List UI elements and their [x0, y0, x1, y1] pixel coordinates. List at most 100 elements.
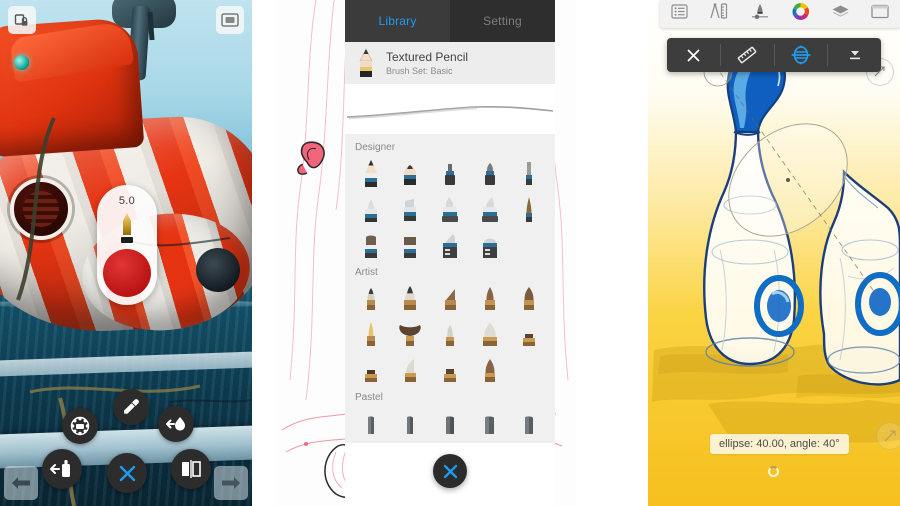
current-brush-set: Brush Set: Basic — [386, 65, 453, 76]
brush-size-widget[interactable]: 5.0 — [97, 185, 157, 305]
brush-fan[interactable] — [395, 318, 425, 348]
brush-settings-button[interactable] — [750, 3, 770, 25]
ellipse-guide-icon — [791, 45, 811, 65]
current-brush-row[interactable]: Textured Pencil Brush Set: Basic — [345, 42, 555, 84]
eraser-icon — [70, 416, 90, 436]
guide-toolbar — [667, 38, 881, 72]
brush-liner-thin[interactable] — [514, 157, 544, 187]
brush-flat[interactable] — [356, 229, 386, 259]
guide-ellipse-button[interactable] — [775, 38, 828, 72]
panel-ellipse-guide: ellipse: 40.00, angle: 40° — [648, 0, 900, 506]
brush-rigger[interactable] — [356, 318, 386, 348]
brush-pointed-sable[interactable] — [395, 282, 425, 312]
preview-stroke-svg — [346, 106, 554, 120]
color-swatch[interactable] — [103, 249, 151, 297]
canvas-button[interactable] — [216, 6, 244, 34]
brush-small-round[interactable] — [435, 318, 465, 348]
ellipse-tooltip: ellipse: 40.00, angle: 40° — [710, 434, 849, 454]
artwork-bottles — [652, 48, 900, 444]
pencil-icon — [359, 48, 373, 77]
brush-fine-liner[interactable] — [514, 193, 544, 223]
brush-pastel-3[interactable] — [435, 407, 465, 437]
brush-settings-icon — [751, 4, 768, 19]
brush-square[interactable] — [395, 229, 425, 259]
brush-stroke-preview — [345, 84, 555, 134]
brush-round-sable[interactable] — [356, 282, 386, 312]
redo-arrow-icon — [222, 477, 240, 489]
brush-pencil-blunt[interactable] — [395, 157, 425, 187]
top-toolbar — [660, 0, 900, 28]
brush-cone[interactable] — [475, 354, 505, 384]
brush-tabs: Library Setting — [345, 0, 555, 42]
brush-round-wood[interactable] — [475, 282, 505, 312]
layer-lock-button[interactable] — [8, 6, 36, 34]
undo-button[interactable] — [4, 466, 38, 500]
panel-gap — [252, 0, 276, 506]
brush-chisel-marker[interactable] — [435, 193, 465, 223]
layer-lock-icon — [14, 14, 28, 26]
guide-close-button[interactable] — [667, 38, 720, 72]
menu-button[interactable] — [670, 4, 688, 24]
brush-groups[interactable]: Designer Artist Pastel — [345, 134, 555, 443]
brush-pastel-5[interactable] — [514, 407, 544, 437]
brush-mop[interactable] — [475, 318, 505, 348]
color-button[interactable] — [791, 2, 810, 26]
redo-button[interactable] — [214, 466, 248, 500]
eyedropper-icon — [124, 399, 139, 414]
brush-stubby-flat[interactable] — [514, 318, 544, 348]
brush-angled-marker[interactable] — [475, 193, 505, 223]
close-x-icon — [687, 49, 700, 61]
chevron-down-icon — [849, 51, 860, 60]
brush-marker-round[interactable] — [475, 157, 505, 187]
brush-panel-close-button[interactable] — [433, 454, 467, 488]
radial-close-button[interactable] — [107, 453, 147, 493]
brush-filbert[interactable] — [514, 282, 544, 312]
layers-icon — [832, 5, 849, 17]
brush-library-sheet: Library Setting Textured Pencil Brush Se… — [345, 0, 555, 506]
brush-pastel-4[interactable] — [475, 407, 505, 437]
brush-dome[interactable] — [475, 229, 505, 259]
panel-gap — [576, 0, 648, 506]
tab-setting[interactable]: Setting — [450, 0, 555, 42]
symmetry-mirror-icon — [182, 460, 201, 478]
layers-button[interactable] — [831, 4, 850, 24]
guide-more-button[interactable] — [828, 38, 881, 72]
group-title-artist: Artist — [355, 267, 378, 278]
brush-sword-liner[interactable] — [395, 354, 425, 384]
group-title-pastel: Pastel — [355, 392, 383, 403]
tools-button[interactable] — [709, 3, 729, 25]
ruler-icon — [737, 46, 757, 64]
brush-size-value: 5.0 — [118, 195, 136, 207]
ellipse-rotate-dot[interactable] — [768, 466, 779, 477]
canvas-button[interactable] — [871, 4, 890, 24]
current-brush-name: Textured Pencil — [386, 49, 469, 64]
compass-ruler-icon — [710, 3, 727, 19]
guide-ruler-button[interactable] — [721, 38, 774, 72]
brush-short-flat[interactable] — [356, 354, 386, 384]
brush-wedge-marker[interactable] — [395, 193, 425, 223]
panel-canvas-radial-menu: 5.0 — [0, 0, 252, 506]
brush-pastel-2[interactable] — [395, 407, 425, 437]
tab-library[interactable]: Library — [345, 0, 450, 42]
radial-eyedropper-button[interactable] — [113, 389, 149, 425]
guide-scale-handle[interactable] — [876, 422, 900, 450]
pen-nib-icon — [120, 213, 134, 243]
radial-fill-button[interactable] — [42, 449, 82, 489]
brush-pencil-sharp[interactable] — [356, 157, 386, 187]
brush-grid-pastel — [345, 407, 555, 437]
radial-symmetry-button[interactable] — [171, 449, 211, 489]
brush-airbrush[interactable] — [356, 193, 386, 223]
panel-brush-library: Library Setting Textured Pencil Brush Se… — [276, 0, 576, 506]
undo-arrow-icon — [12, 477, 30, 489]
brush-flat-wood[interactable] — [435, 354, 465, 384]
radial-smudge-button[interactable] — [158, 406, 194, 442]
radial-eraser-button[interactable] — [62, 408, 98, 444]
list-menu-icon — [670, 4, 688, 19]
brush-pastel-1[interactable] — [356, 407, 386, 437]
brush-marker-small[interactable] — [435, 157, 465, 187]
bottle-right — [819, 169, 900, 386]
canvas-icon — [871, 4, 890, 19]
brush-fan-chisel[interactable] — [435, 229, 465, 259]
brush-angled-wood[interactable] — [435, 282, 465, 312]
scale-handle-icon — [884, 430, 896, 442]
